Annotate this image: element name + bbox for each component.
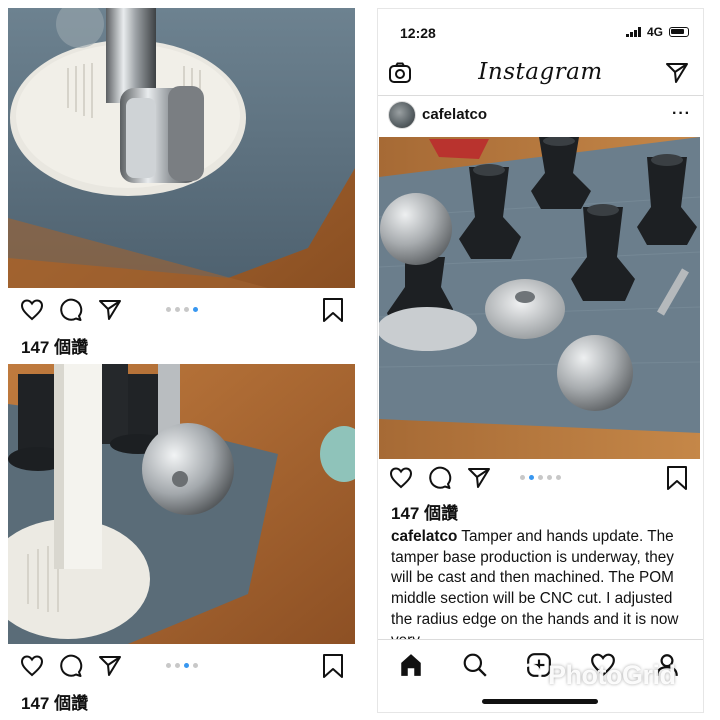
carousel-dot (520, 475, 525, 480)
instagram-header: Instagram (378, 51, 703, 96)
comment-icon[interactable] (427, 465, 453, 491)
post-photo-bottom-left (8, 364, 355, 644)
carousel-dot (184, 307, 189, 312)
carousel-dot-active (184, 663, 189, 668)
post-header: cafelatco ··· (378, 99, 703, 139)
carousel-dot (556, 475, 561, 480)
photogrid-logo-icon (518, 663, 542, 687)
search-icon[interactable] (462, 652, 488, 678)
like-count[interactable]: 147 個讚 (21, 333, 88, 358)
carousel-dots-bottom-left (166, 663, 198, 668)
send-icon[interactable] (97, 653, 123, 679)
carousel-dot-active (193, 307, 198, 312)
home-indicator (482, 699, 598, 704)
caption-username[interactable]: cafelatco (391, 528, 457, 545)
carousel-dot (538, 475, 543, 480)
heart-icon[interactable] (388, 465, 414, 491)
post-username[interactable]: cafelatco (422, 106, 487, 123)
like-count[interactable]: 147 個讚 (391, 499, 458, 524)
status-time: 12:28 (400, 25, 436, 41)
direct-icon[interactable] (665, 61, 689, 85)
action-bar-top-left (19, 297, 136, 323)
heart-icon[interactable] (19, 297, 45, 323)
heart-icon[interactable] (19, 653, 45, 679)
carousel-dots-top-left (166, 307, 198, 312)
phone-screenshot: 12:28 4G Instagram cafelatco ··· 147 個讚 … (377, 8, 704, 713)
post-photo-top-left (8, 8, 355, 288)
carousel-dot-active (529, 475, 534, 480)
action-bar-bottom-left (19, 653, 136, 679)
home-icon[interactable] (398, 652, 424, 678)
like-count[interactable]: 147 個讚 (21, 689, 88, 714)
bookmark-icon[interactable] (666, 466, 688, 490)
bookmark-icon[interactable] (322, 298, 344, 322)
bookmark-icon[interactable] (322, 654, 344, 678)
send-icon[interactable] (97, 297, 123, 323)
send-icon[interactable] (466, 465, 492, 491)
carousel-dot (166, 663, 171, 668)
status-indicators: 4G (625, 25, 689, 39)
post-caption: cafelatco Tamper and hands update. The t… (391, 527, 693, 639)
post-photo (379, 137, 700, 459)
post-action-bar (388, 465, 505, 491)
instagram-logo: Instagram (478, 59, 603, 85)
carousel-dot (175, 663, 180, 668)
carousel-dot (547, 475, 552, 480)
avatar[interactable] (388, 101, 416, 129)
comment-icon[interactable] (58, 297, 84, 323)
signal-icon (625, 27, 641, 37)
network-label: 4G (646, 25, 663, 39)
watermark: PhotoGrid (548, 660, 676, 690)
more-options-icon[interactable]: ··· (672, 105, 691, 123)
comment-icon[interactable] (58, 653, 84, 679)
battery-icon (669, 27, 689, 37)
carousel-dot (175, 307, 180, 312)
carousel-dot (193, 663, 198, 668)
carousel-dot (166, 307, 171, 312)
carousel-dots (520, 475, 561, 480)
